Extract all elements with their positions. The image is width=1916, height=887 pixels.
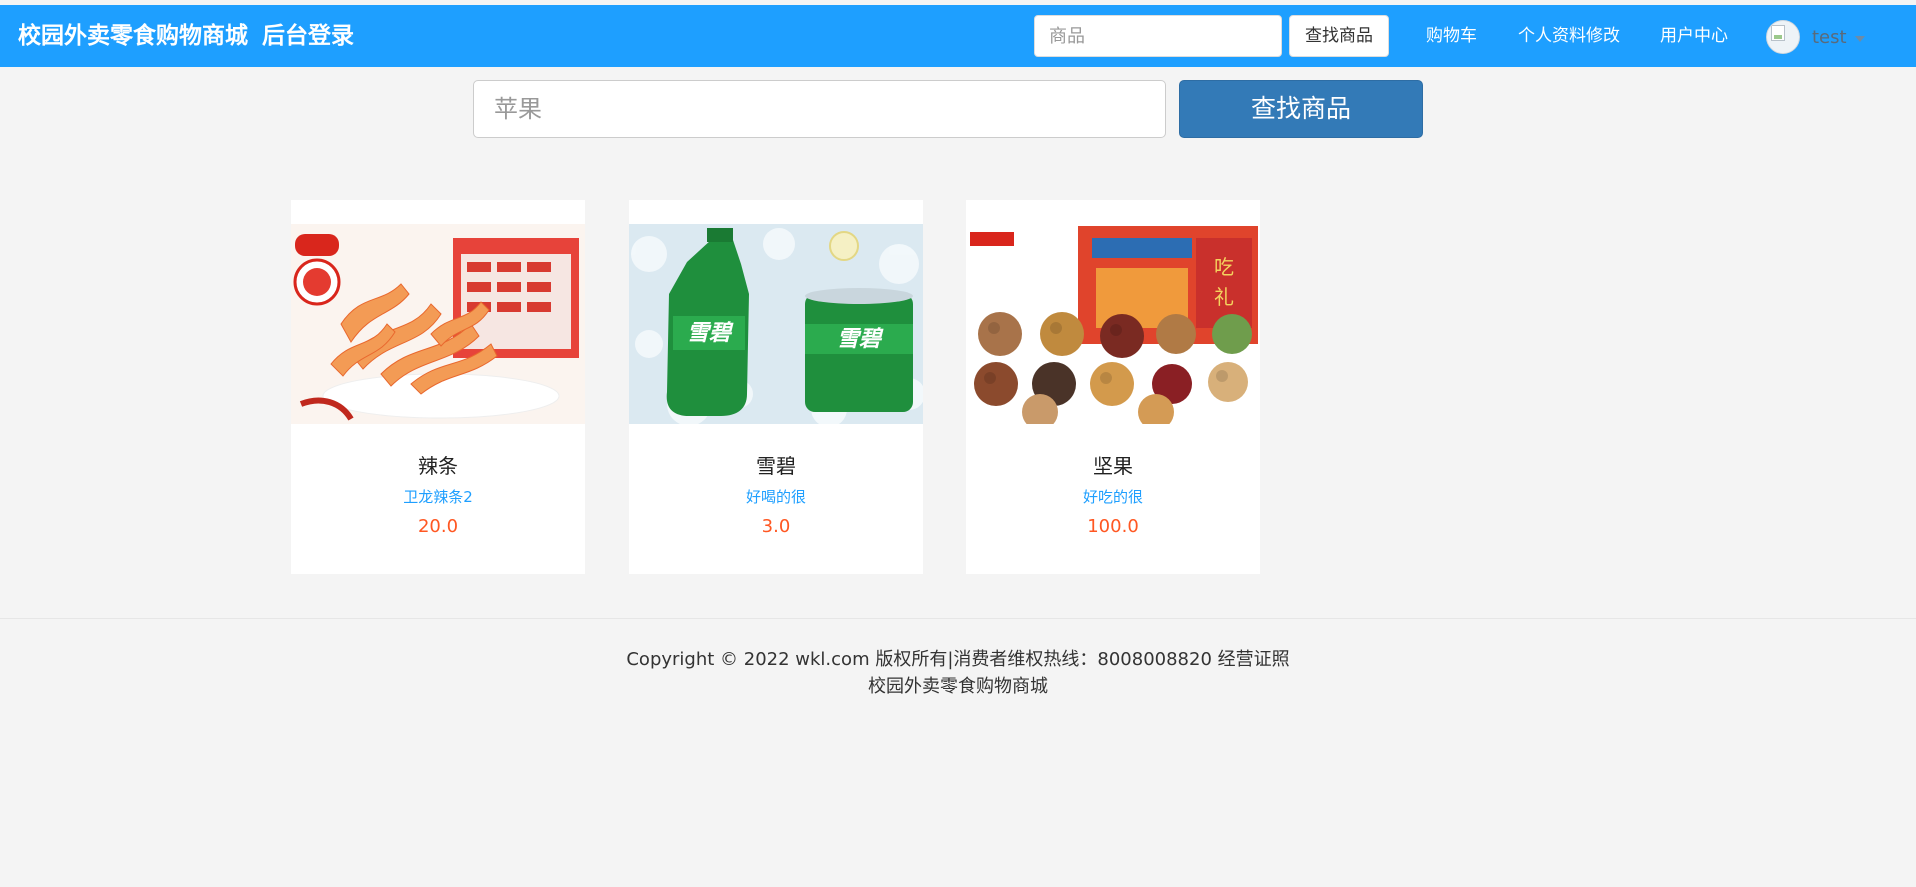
product-image-latiao[interactable] <box>291 224 585 424</box>
svg-text:吃: 吃 <box>1214 255 1234 279</box>
footer-divider <box>0 618 1916 619</box>
product-card[interactable]: 雪碧 雪碧 雪碧 好喝的很 3.0 <box>629 200 923 574</box>
product-description: 好喝的很 <box>745 488 806 506</box>
site-brand[interactable]: 校园外卖零食购物商城 <box>18 5 248 67</box>
footer-site-name: 校园外卖零食购物商城 <box>868 676 1048 697</box>
navbar-search-input[interactable] <box>1034 15 1282 57</box>
avatar <box>1766 20 1800 54</box>
product-description: 好吃的很 <box>1082 488 1143 506</box>
product-price: 20.0 <box>417 516 459 537</box>
latiao-image <box>291 224 585 424</box>
svg-text:雪碧: 雪碧 <box>837 327 884 352</box>
sprite-image: 雪碧 雪碧 <box>629 224 923 424</box>
product-image-sprite[interactable]: 雪碧 雪碧 <box>629 224 923 424</box>
admin-login-link[interactable]: 后台登录 <box>262 5 354 67</box>
product-name[interactable]: 坚果 <box>966 450 1260 479</box>
nav-cart-link[interactable]: 购物车 <box>1426 5 1477 67</box>
svg-text:礼: 礼 <box>1214 285 1234 309</box>
product-name[interactable]: 辣条 <box>291 450 585 479</box>
product-card[interactable]: 吃 礼 坚果 好吃的很 100.0 <box>966 200 1260 574</box>
product-image-nuts[interactable]: 吃 礼 <box>966 224 1260 424</box>
chevron-down-icon <box>1854 35 1865 42</box>
navbar-search-button[interactable]: 查找商品 <box>1289 15 1389 57</box>
main-search-input[interactable] <box>473 80 1166 138</box>
top-navbar: 校园外卖零食购物商城 后台登录 查找商品 购物车 个人资料修改 用户中心 tes… <box>0 5 1916 67</box>
nuts-image: 吃 礼 <box>966 224 1260 424</box>
main-search-button[interactable]: 查找商品 <box>1179 80 1423 138</box>
footer-copyright: Copyright © 2022 wkl.com 版权所有|消费者维权热线：80… <box>626 649 1290 670</box>
user-menu[interactable]: test <box>1766 19 1865 55</box>
svg-text:雪碧: 雪碧 <box>687 321 734 346</box>
product-card[interactable]: 辣条 卫龙辣条2 20.0 <box>291 200 585 574</box>
product-description: 卫龙辣条2 <box>403 488 473 506</box>
product-price: 100.0 <box>1087 516 1139 537</box>
product-name[interactable]: 雪碧 <box>629 450 923 479</box>
username: test <box>1812 26 1847 48</box>
nav-profile-edit-link[interactable]: 个人资料修改 <box>1518 5 1620 67</box>
product-price: 3.0 <box>761 516 791 537</box>
nav-user-center-link[interactable]: 用户中心 <box>1660 5 1728 67</box>
